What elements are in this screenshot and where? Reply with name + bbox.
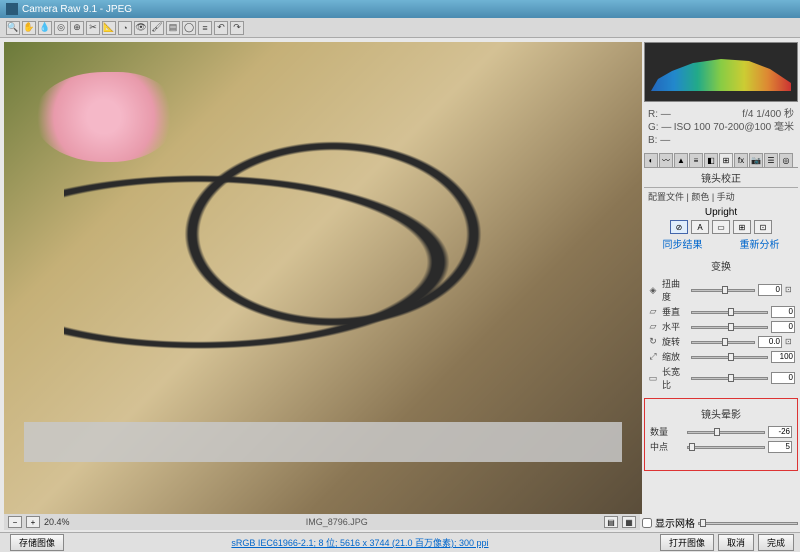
distortion-reset-icon[interactable]: ⊡ [785, 285, 795, 295]
panel-title: 镜头校正 [644, 168, 798, 188]
upright-buttons: ⊘ A ▭ ⊞ ⊡ [644, 220, 798, 234]
scale-slider[interactable]: ⤢ 缩放 100 [644, 349, 798, 364]
tab-curve[interactable]: 〰 [659, 153, 673, 167]
scale-icon: ⤢ [647, 351, 659, 363]
redacted-bar [24, 422, 622, 462]
exif-panel: R: — G: — B: — f/4 1/400 秒 ISO 100 70-20… [644, 106, 798, 149]
horizontal-slider[interactable]: ▱ 水平 0 [644, 319, 798, 334]
vertical-icon: ▱ [647, 306, 659, 318]
cancel-button[interactable]: 取消 [718, 534, 754, 551]
scale-value[interactable]: 100 [771, 351, 795, 363]
show-grid-checkbox[interactable] [642, 518, 652, 528]
tab-lens[interactable]: ⊞ [719, 153, 733, 167]
tab-basic[interactable]: ◐ [644, 153, 658, 167]
panel-tabstrip: ◐ 〰 ▲ ≡ ◧ ⊞ fx 📷 ☰ ◎ [644, 153, 798, 168]
zoom-in-icon[interactable]: + [26, 516, 40, 528]
amount-slider[interactable]: 数量 -26 [647, 424, 795, 439]
tab-snapshots[interactable]: ◎ [779, 153, 793, 167]
spot-removal-icon[interactable]: ◔ [118, 21, 132, 35]
workflow-link[interactable]: sRGB IEC61966-2.1; 8 位; 5616 x 3744 (21.… [64, 536, 656, 549]
white-balance-tool-icon[interactable]: 💧 [38, 21, 52, 35]
rotate-reset-icon[interactable]: ⊡ [785, 337, 795, 347]
status-bar: 存储图像 sRGB IEC61966-2.1; 8 位; 5616 x 3744… [0, 532, 800, 552]
titlebar: Camera Raw 9.1 - JPEG [0, 0, 800, 18]
vertical-value[interactable]: 0 [771, 306, 795, 318]
done-button[interactable]: 完成 [758, 534, 794, 551]
upright-level[interactable]: ▭ [712, 220, 730, 234]
target-adjust-icon[interactable]: ⊕ [70, 21, 84, 35]
reanalyze-link[interactable]: 重新分析 [740, 236, 780, 251]
distortion-slider[interactable]: ◈ 扭曲度 0 ⊡ [644, 276, 798, 304]
rotate-cw-icon[interactable]: ↷ [230, 21, 244, 35]
tab-hsl[interactable]: ≡ [689, 153, 703, 167]
sync-result-link[interactable]: 同步结果 [663, 236, 703, 251]
aspect-slider[interactable]: ▭ 长宽比 0 [644, 364, 798, 392]
upright-auto[interactable]: A [691, 220, 709, 234]
highlighted-section: 镜头晕影 数量 -26 中点 5 [644, 398, 798, 471]
tab-detail[interactable]: ▲ [674, 153, 688, 167]
amount-value[interactable]: -26 [768, 426, 792, 438]
rotate-icon: ↻ [647, 336, 659, 348]
app-title: Camera Raw 9.1 - JPEG [22, 4, 132, 15]
subtabs[interactable]: 配置文件 | 颜色 | 手动 [644, 188, 798, 205]
zoom-tool-icon[interactable]: 🔍 [6, 21, 20, 35]
straighten-tool-icon[interactable]: 📐 [102, 21, 116, 35]
aspect-icon: ▭ [647, 372, 659, 384]
grid-toggle-row: 显示网格 [642, 515, 798, 530]
vignette-section-label: 镜头晕影 [647, 403, 795, 424]
app-icon [6, 3, 18, 15]
hand-tool-icon[interactable]: ✋ [22, 21, 36, 35]
redeye-tool-icon[interactable]: 👁 [134, 21, 148, 35]
tab-split[interactable]: ◧ [704, 153, 718, 167]
open-image-button[interactable]: 打开图像 [660, 534, 714, 551]
tab-camera[interactable]: 📷 [749, 153, 763, 167]
midpoint-value[interactable]: 5 [768, 441, 792, 453]
prefs-icon[interactable]: ≡ [198, 21, 212, 35]
view-mode-icon[interactable]: ▤ [604, 516, 618, 528]
histogram[interactable] [644, 42, 798, 102]
rotate-value[interactable]: 0.0 [758, 336, 782, 348]
upright-off[interactable]: ⊘ [670, 220, 688, 234]
vertical-slider[interactable]: ▱ 垂直 0 [644, 304, 798, 319]
graduated-filter-icon[interactable]: ▤ [166, 21, 180, 35]
tab-fx[interactable]: fx [734, 153, 748, 167]
exif-iso: ISO 100 70-200@100 毫米 [674, 122, 794, 133]
adjustment-brush-icon[interactable]: 🖌 [150, 21, 164, 35]
tab-presets[interactable]: ☰ [764, 153, 778, 167]
aspect-value[interactable]: 0 [771, 372, 795, 384]
filmstrip-icon[interactable]: ▦ [622, 516, 636, 528]
zoom-value[interactable]: 20.4% [44, 517, 70, 527]
save-image-button[interactable]: 存储图像 [10, 534, 64, 551]
horizontal-value[interactable]: 0 [771, 321, 795, 333]
rotate-ccw-icon[interactable]: ↶ [214, 21, 228, 35]
preview-footer: − + 20.4% IMG_8796.JPG ▤ ▦ [4, 514, 640, 530]
image-preview[interactable] [4, 42, 642, 514]
exif-r: R: — [648, 108, 671, 121]
distortion-value[interactable]: 0 [758, 284, 782, 296]
side-panel: R: — G: — B: — f/4 1/400 秒 ISO 100 70-20… [642, 38, 800, 518]
upright-full[interactable]: ⊡ [754, 220, 772, 234]
midpoint-slider[interactable]: 中点 5 [647, 439, 795, 454]
upright-label: Upright [644, 207, 798, 218]
filename: IMG_8796.JPG [74, 517, 600, 527]
horizontal-icon: ▱ [647, 321, 659, 333]
exif-shutter: f/4 1/400 秒 [742, 109, 794, 120]
zoom-out-icon[interactable]: − [8, 516, 22, 528]
histogram-curve [651, 51, 791, 91]
exif-b: B: — [648, 134, 671, 147]
rotate-slider[interactable]: ↻ 旋转 0.0 ⊡ [644, 334, 798, 349]
exif-g: G: — [648, 121, 671, 134]
distortion-icon: ◈ [647, 284, 659, 296]
show-grid-label: 显示网格 [655, 515, 695, 530]
radial-filter-icon[interactable]: ◯ [182, 21, 196, 35]
upright-vertical[interactable]: ⊞ [733, 220, 751, 234]
color-sampler-icon[interactable]: ◎ [54, 21, 68, 35]
crop-tool-icon[interactable]: ✂ [86, 21, 100, 35]
transform-section-label: 变换 [644, 255, 798, 276]
toolbar: 🔍 ✋ 💧 ◎ ⊕ ✂ 📐 ◔ 👁 🖌 ▤ ◯ ≡ ↶ ↷ [0, 18, 800, 38]
